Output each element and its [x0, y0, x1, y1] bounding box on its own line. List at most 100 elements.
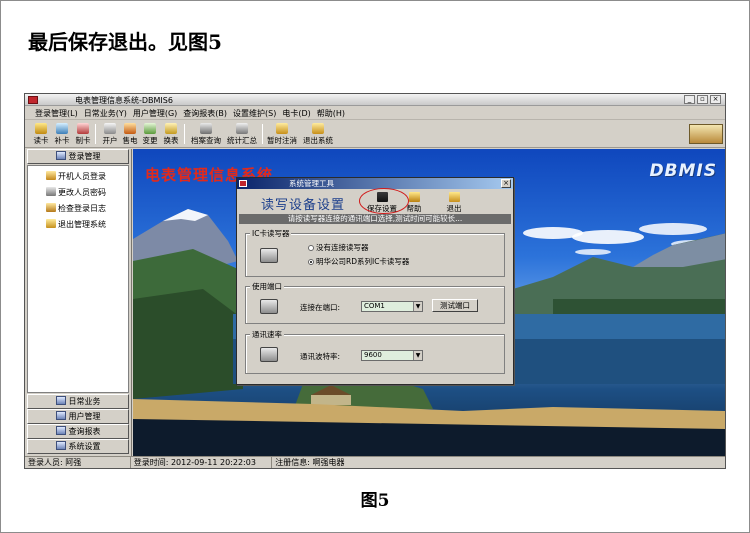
menu-card[interactable]: 电卡(D): [282, 108, 310, 119]
users-icon: [55, 411, 66, 420]
nav-header-login[interactable]: 登录管理: [27, 149, 129, 164]
baud-rate-group: 通讯速率 通讯波特率: 9600 ▼: [245, 329, 505, 374]
test-port-button[interactable]: 测试端口: [432, 299, 478, 312]
ic-reader-group: IC卡读写器 没有连接读写器 明华公司RD系列IC卡读写器: [245, 228, 505, 277]
toolbar-separator: [184, 124, 185, 144]
toolbar-label: 售电: [122, 136, 138, 145]
close-button[interactable]: ×: [710, 95, 721, 104]
toolbar-separator: [262, 124, 263, 144]
dialog-heading: 读写设备设置: [261, 198, 346, 213]
nav-item-exit-system[interactable]: 退出管理系统: [46, 219, 106, 230]
key-icon: [46, 171, 56, 180]
toolbar-label: 档案查询: [191, 136, 221, 145]
app-titlebar[interactable]: 电表管理信息系统-DBMIS6 _ ▫ ×: [25, 94, 725, 106]
chevron-down-icon[interactable]: ▼: [413, 351, 422, 360]
system-tool-dialog: 系统管理工具 × 读写设备设置 保存设置 帮助 退出 请按读写器连接的通讯端口选…: [236, 177, 514, 385]
radio-label: 明华公司RD系列IC卡读写器: [316, 257, 410, 266]
change-icon: [144, 123, 156, 134]
toolbar-label: 开户: [102, 136, 118, 145]
reissue-card-icon: [56, 123, 68, 134]
toolbar-exit-system[interactable]: 退出系统: [301, 123, 335, 146]
toolbar-label: 变更: [142, 136, 158, 145]
toolbar-make-card[interactable]: 制卡: [71, 123, 95, 146]
read-card-icon: [35, 123, 47, 134]
open-account-icon: [104, 123, 116, 134]
baud-rate-select[interactable]: 9600 ▼: [361, 350, 423, 361]
toolbar-label: 退出系统: [303, 136, 333, 145]
dialog-hint: 请按读写器连接的通讯端口选择,测试时间可能较长...: [239, 214, 511, 224]
nav-header-reports[interactable]: 查询报表: [27, 424, 129, 439]
dialog-titlebar[interactable]: 系统管理工具 ×: [237, 178, 513, 189]
status-user: 登录人员: 阿强: [25, 457, 131, 468]
nav-item-label: 检查登录日志: [58, 204, 106, 213]
nav-item-label: 更改人员密码: [58, 188, 106, 197]
nav-header-users[interactable]: 用户管理: [27, 409, 129, 424]
reports-icon: [55, 426, 66, 435]
temp-logout-icon: [276, 123, 288, 134]
app-window: 电表管理信息系统-DBMIS6 _ ▫ × 登录管理(L) 日常业务(Y) 用户…: [24, 93, 726, 469]
nav-header-label: 用户管理: [68, 412, 101, 421]
nav-header-daily[interactable]: 日常业务: [27, 394, 129, 409]
exit-icon: [46, 219, 56, 228]
minimize-button[interactable]: _: [684, 95, 695, 104]
ic-reader-group-title: IC卡读写器: [250, 228, 292, 239]
toolbar-temp-logout[interactable]: 暂时注消: [265, 123, 299, 146]
sell-power-icon: [124, 123, 136, 134]
port-group-title: 使用端口: [250, 281, 284, 292]
nav-item-operator-login[interactable]: 开机人员登录: [46, 171, 106, 182]
status-registration: 注册信息: 啊强电器: [275, 458, 345, 467]
left-nav-panel: 登录管理 开机人员登录 更改人员密码 检查登录日志 退出管理系统 日常业务 用户…: [25, 149, 132, 457]
radio-dot: [308, 245, 314, 251]
port-label: 连接在端口:: [300, 303, 341, 312]
port-select[interactable]: COM1 ▼: [361, 301, 423, 312]
log-icon: [46, 203, 56, 212]
exit-button[interactable]: 退出: [439, 192, 469, 214]
toolbar-swap-meter[interactable]: 换表: [159, 123, 183, 146]
nav-item-label: 退出管理系统: [58, 220, 106, 229]
toolbar: 读卡 补卡 制卡 开户 售电 变更 换表 档案查询 统计汇总 暂时注消 退出系统: [25, 121, 725, 148]
toolbar-label: 制卡: [75, 136, 91, 145]
card-reader-icon: [260, 248, 278, 263]
help-label: 帮助: [406, 204, 422, 213]
exit-label: 退出: [446, 204, 462, 213]
port-icon: [260, 299, 278, 314]
menu-help[interactable]: 帮助(H): [317, 108, 345, 119]
baud-rate-group-title: 通讯速率: [250, 329, 284, 340]
dialog-close-button[interactable]: ×: [501, 179, 511, 188]
nav-header-label: 日常业务: [68, 397, 101, 406]
status-login-time: 登录时间: 2012-09-11 20:22:03: [131, 457, 273, 468]
toolbar-statistics[interactable]: 统计汇总: [225, 123, 259, 146]
archive-query-icon: [200, 123, 212, 134]
toolbar-label: 统计汇总: [227, 136, 257, 145]
daily-icon: [55, 396, 66, 405]
menu-users[interactable]: 用户管理(G): [133, 108, 177, 119]
status-bar: 登录人员: 阿强 登录时间: 2012-09-11 20:22:03 注册信息:…: [25, 456, 725, 468]
menu-settings[interactable]: 设置维护(S): [233, 108, 276, 119]
app-logo-icon: [28, 96, 38, 104]
dialog-app-icon: [239, 180, 247, 187]
radio-no-reader[interactable]: 没有连接读写器: [308, 242, 369, 253]
nav-item-change-password[interactable]: 更改人员密码: [46, 187, 106, 198]
exit-system-icon: [312, 123, 324, 134]
login-icon: [55, 151, 66, 160]
nav-header-label: 系统设置: [68, 442, 101, 451]
port-group: 使用端口 连接在端口: COM1 ▼ 测试端口: [245, 281, 505, 324]
exit-icon: [448, 192, 460, 202]
port-value: COM1: [364, 302, 385, 310]
nav-header-settings[interactable]: 系统设置: [27, 439, 129, 454]
nav-item-label: 开机人员登录: [58, 172, 106, 181]
nav-item-login-log[interactable]: 检查登录日志: [46, 203, 106, 214]
maximize-button[interactable]: ▫: [697, 95, 708, 104]
radio-mingwah-reader[interactable]: 明华公司RD系列IC卡读写器: [308, 256, 409, 267]
radio-dot-selected: [308, 259, 314, 265]
menu-login[interactable]: 登录管理(L): [35, 108, 78, 119]
dialog-title: 系统管理工具: [289, 179, 334, 188]
menu-reports[interactable]: 查询报表(B): [183, 108, 227, 119]
menu-daily[interactable]: 日常业务(Y): [84, 108, 127, 119]
nav-header-label: 登录管理: [68, 152, 101, 161]
chevron-down-icon[interactable]: ▼: [413, 302, 422, 311]
toolbar-archive-query[interactable]: 档案查询: [189, 123, 223, 146]
baud-rate-value: 9600: [364, 351, 382, 359]
statistics-icon: [236, 123, 248, 134]
document-heading: 最后保存退出。见图5: [28, 30, 222, 54]
